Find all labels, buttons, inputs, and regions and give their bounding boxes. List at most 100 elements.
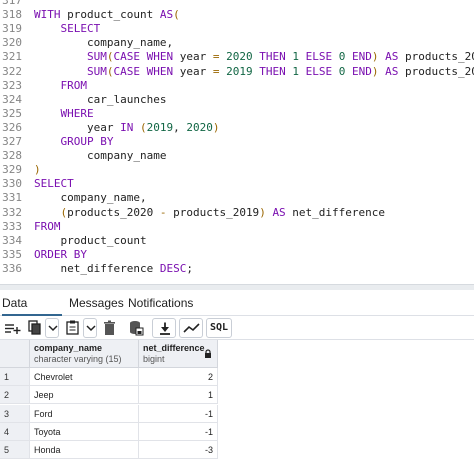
code-text: SUM(CASE WHEN year = 2019 THEN 1 ELSE 0 … <box>34 65 474 79</box>
row-number[interactable]: 3 <box>0 404 30 423</box>
code-line[interactable]: 335 ORDER BY <box>0 248 474 262</box>
code-line[interactable]: 324 car_launches <box>0 93 474 107</box>
code-text: company_name, <box>34 36 173 50</box>
code-token: 1 <box>285 50 306 64</box>
code-token: ELSE <box>305 50 333 64</box>
sql-button[interactable]: SQL <box>206 318 232 338</box>
code-token: ORDER BY <box>34 247 87 261</box>
code-token: net_difference <box>34 261 160 275</box>
code-token: year <box>34 120 121 134</box>
cell-company-name[interactable]: Chevrolet <box>30 368 139 386</box>
code-text: WHERE <box>34 107 93 121</box>
code-token: CASE WHEN <box>113 50 174 64</box>
cell-net-difference[interactable]: -3 <box>139 441 218 460</box>
download-button[interactable] <box>152 318 176 338</box>
chevron-down-icon <box>86 325 96 332</box>
code-token: ( <box>34 205 68 219</box>
column-name: net_difference <box>143 343 205 353</box>
copy-button[interactable] <box>25 318 45 338</box>
code-token: 2019 <box>219 64 260 78</box>
sql-editor[interactable]: 317 318 WITH product_count AS(319 SELECT 32… <box>0 0 474 284</box>
tab-data-output[interactable]: Data Output <box>2 290 62 336</box>
code-line[interactable]: 321 SUM(CASE WHEN year = 2020 THEN 1 ELS… <box>0 50 474 64</box>
tab-notifications[interactable]: Notifications <box>128 290 194 316</box>
cell-company-name[interactable]: Jeep <box>30 386 139 405</box>
code-line[interactable]: 327 GROUP BY <box>0 135 474 149</box>
code-line[interactable]: 332 (products_2020 - products_2019) AS n… <box>0 206 474 220</box>
code-line[interactable]: 329) <box>0 163 474 177</box>
save-data-button[interactable] <box>126 318 146 338</box>
paste-options-dropdown[interactable] <box>83 318 97 338</box>
code-token: DESC <box>159 261 187 275</box>
code-token: products_2019 <box>166 205 260 219</box>
row-number[interactable]: 2 <box>0 386 30 405</box>
code-token: ) <box>371 64 386 78</box>
add-row-button[interactable] <box>2 318 22 338</box>
code-line[interactable]: 319 SELECT <box>0 22 474 36</box>
code-text: net_difference DESC; <box>34 261 192 276</box>
code-text: ORDER BY <box>34 248 87 262</box>
code-token: product_count <box>34 233 147 247</box>
copy-options-dropdown[interactable] <box>45 318 59 338</box>
code-token: THEN <box>259 64 286 78</box>
tab-messages[interactable]: Messages <box>69 290 124 316</box>
data-toolbar: SQL <box>0 316 474 340</box>
code-token: 2020 <box>219 50 260 64</box>
column-header-net-difference[interactable]: net_difference bigint <box>139 340 218 368</box>
line-number: 327 <box>2 135 22 148</box>
code-line[interactable]: 333 FROM <box>0 220 474 234</box>
code-token: CASE WHEN <box>113 64 174 78</box>
code-line[interactable]: 336 net_difference DESC; <box>0 262 474 276</box>
code-token: ( <box>133 120 147 134</box>
code-token: ELSE <box>305 64 333 78</box>
code-line[interactable]: 318 WITH product_count AS( <box>0 8 474 22</box>
paste-icon <box>66 320 79 335</box>
code-text: SELECT <box>34 177 74 191</box>
row-number[interactable]: 4 <box>0 422 30 441</box>
code-text: (products_2020 - products_2019) AS net_d… <box>34 206 385 220</box>
cell-company-name[interactable]: Honda <box>30 441 139 460</box>
code-line[interactable]: 326 year IN (2019, 2020) <box>0 121 474 135</box>
code-text: car_launches <box>34 93 166 107</box>
row-number[interactable]: 1 <box>0 368 30 386</box>
code-line[interactable]: 328 company_name <box>0 149 474 163</box>
code-token: year <box>173 64 213 78</box>
code-token: ) <box>34 163 41 177</box>
cell-net-difference[interactable]: -1 <box>139 404 218 423</box>
line-number: 325 <box>2 106 22 120</box>
code-token: SUM <box>34 64 107 78</box>
column-header-company-name[interactable]: company_name character varying (15) <box>30 340 159 368</box>
code-token: SELECT <box>34 22 101 36</box>
code-token: END <box>351 50 372 64</box>
code-text: product_count <box>34 233 147 248</box>
paste-button[interactable] <box>63 318 83 338</box>
cell-net-difference[interactable]: 2 <box>139 368 218 386</box>
code-line[interactable]: 320 company_name, <box>0 36 474 50</box>
code-line[interactable]: 331 company_name, <box>0 191 474 205</box>
code-token: 1 <box>285 64 306 78</box>
line-number: 332 <box>2 205 22 219</box>
code-token: 2020 <box>186 120 213 134</box>
cell-company-name[interactable]: Toyota <box>30 422 139 441</box>
cell-company-name[interactable]: Ford <box>30 404 139 423</box>
tab-label: Notifications <box>128 296 194 310</box>
code-text: ) <box>34 163 41 177</box>
row-number[interactable]: 5 <box>0 441 30 460</box>
cell-net-difference[interactable]: -1 <box>139 422 218 441</box>
code-line[interactable]: 323 FROM <box>0 79 474 93</box>
graph-visualiser-button[interactable] <box>179 318 203 338</box>
code-line[interactable]: 334 product_count <box>0 234 474 248</box>
cell-net-difference[interactable]: 1 <box>139 386 218 405</box>
code-line[interactable]: 322 SUM(CASE WHEN year = 2019 THEN 1 ELS… <box>0 65 474 79</box>
code-token: THEN <box>259 50 286 64</box>
code-line[interactable]: 325 WHERE <box>0 107 474 121</box>
save-data-icon <box>130 321 144 336</box>
code-line[interactable]: 317 <box>0 0 474 8</box>
line-number: 319 <box>2 22 22 36</box>
code-line[interactable]: 330 SELECT <box>0 177 474 191</box>
column-name: company_name <box>34 343 103 353</box>
line-number: 323 <box>2 78 22 92</box>
delete-row-button[interactable] <box>100 318 120 338</box>
code-token: AS <box>159 8 174 22</box>
code-token: SELECT <box>34 177 74 191</box>
